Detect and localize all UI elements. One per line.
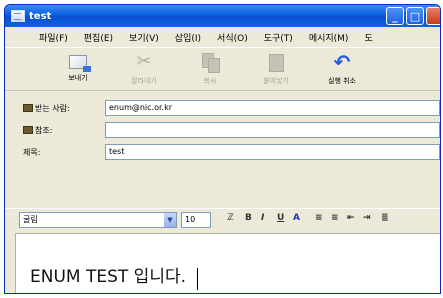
numbered-list-icon[interactable]: ≡ [315, 213, 323, 223]
italic-icon[interactable]: I [261, 213, 264, 223]
decrease-indent-icon[interactable]: ⇤ [347, 213, 355, 223]
font-value: 굴림 [23, 214, 38, 224]
font-size-select[interactable]: 10 [181, 211, 211, 228]
message-headers: 받는 사람: enum@nic.or.kr 참조: 제목: test [5, 91, 440, 203]
send-icon [69, 55, 91, 72]
send-label: 보내기 [68, 74, 88, 82]
paragraph-style-icon[interactable]: ℤ [227, 213, 234, 223]
align-left-icon[interactable]: ≣ [381, 213, 389, 223]
menu-file[interactable]: 파일(F) [39, 31, 76, 44]
subject-row: 제목: test [5, 141, 440, 163]
bulleted-list-icon[interactable]: ≡ [331, 213, 339, 223]
menu-format[interactable]: 서식(O) [209, 31, 256, 44]
text-cursor [197, 268, 198, 290]
to-row: 받는 사람: enum@nic.or.kr [5, 97, 440, 119]
format-toolbar: 굴림 ▼ 10 ℤ B I U A ≡ ≡ ⇤ ⇥ ≣ [5, 208, 440, 230]
copy-icon [199, 52, 221, 73]
window-title: test [29, 10, 52, 22]
to-field[interactable]: enum@nic.or.kr [105, 100, 440, 116]
message-icon [11, 10, 25, 22]
to-label: 받는 사람: [35, 103, 70, 113]
scissors-icon: ✂ [136, 51, 152, 72]
address-book-icon [23, 126, 33, 134]
font-size-value: 10 [185, 214, 196, 224]
font-select[interactable]: 굴림 ▼ [19, 211, 177, 228]
menu-edit[interactable]: 편집(E) [76, 31, 121, 44]
font-color-icon[interactable]: A [293, 213, 300, 223]
copy-label: 복사 [203, 77, 217, 85]
subject-field[interactable]: test [105, 144, 440, 160]
cut-label: 잘라내기 [131, 77, 157, 85]
maximize-button[interactable]: □ [406, 7, 424, 25]
paste-label: 붙여넣기 [263, 77, 289, 85]
menu-message[interactable]: 메시지(M) [301, 31, 357, 44]
cc-row: 참조: [5, 119, 440, 141]
menu-tools[interactable]: 도구(T) [256, 31, 301, 44]
cut-button[interactable]: ✂ 잘라내기 [111, 48, 177, 86]
undo-label: 실행 취소 [328, 77, 356, 85]
menu-view[interactable]: 보기(V) [121, 31, 167, 44]
body-text: ENUM TEST 입니다. [30, 267, 187, 287]
undo-icon: ↶ [333, 50, 351, 74]
message-body[interactable]: ENUM TEST 입니다. [15, 233, 440, 293]
compose-window: test _ □ 파일(F) 편집(E) 보기(V) 삽입(I) 서식(O) 도… [4, 4, 441, 294]
window-controls: _ □ [386, 7, 440, 25]
increase-indent-icon[interactable]: ⇥ [363, 213, 371, 223]
bold-icon[interactable]: B [245, 213, 252, 223]
clipboard-icon [265, 52, 287, 72]
title-bar[interactable]: test _ □ [5, 5, 440, 27]
subject-label: 제목: [23, 147, 41, 157]
cc-field[interactable] [105, 122, 440, 138]
chevron-down-icon[interactable]: ▼ [164, 212, 176, 227]
minimize-button[interactable]: _ [386, 7, 404, 25]
address-book-icon [23, 104, 33, 112]
cc-label-button[interactable]: 참조: [23, 125, 52, 136]
toolbar: 보내기 ✂ 잘라내기 복사 붙여넣기 ↶ 실행 취소 [5, 47, 440, 91]
copy-button[interactable]: 복사 [177, 48, 243, 86]
underline-icon[interactable]: U [277, 213, 284, 223]
paste-button[interactable]: 붙여넣기 [243, 48, 309, 86]
menu-bar: 파일(F) 편집(E) 보기(V) 삽입(I) 서식(O) 도구(T) 메시지(… [5, 27, 440, 47]
to-label-button[interactable]: 받는 사람: [23, 103, 70, 114]
undo-button[interactable]: ↶ 실행 취소 [309, 48, 375, 86]
cc-label: 참조: [35, 125, 53, 135]
send-button[interactable]: 보내기 [45, 48, 111, 83]
menu-insert[interactable]: 삽입(I) [167, 31, 209, 44]
menu-help[interactable]: 도 [356, 31, 380, 44]
close-button[interactable] [426, 7, 440, 25]
